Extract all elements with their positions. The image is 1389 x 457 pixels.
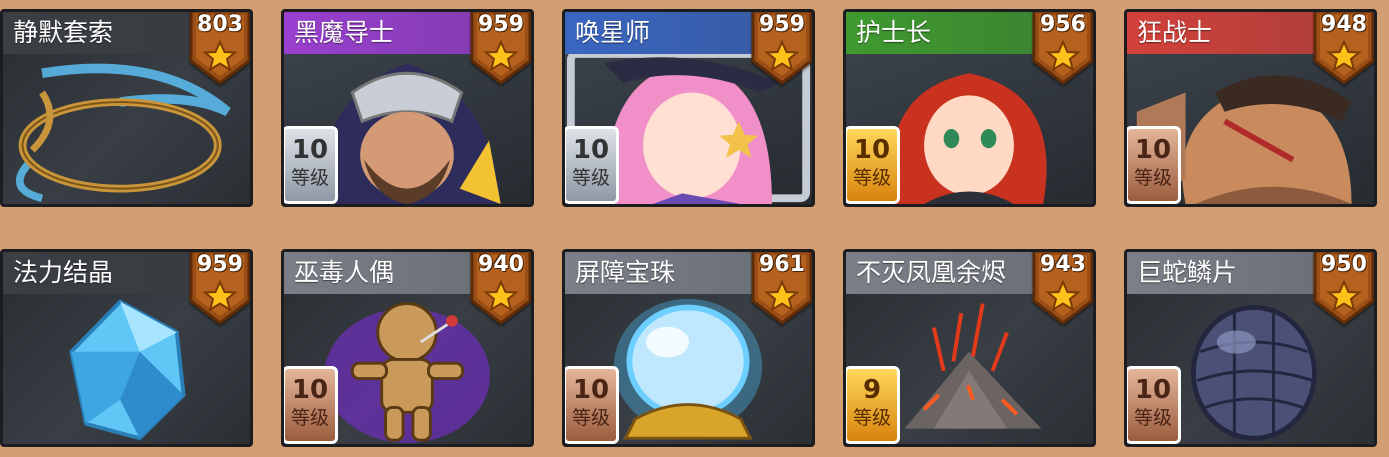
card-title: 唤星师 bbox=[565, 12, 755, 54]
level-value: 10 bbox=[572, 135, 610, 165]
level-value: 10 bbox=[1134, 135, 1172, 165]
level-value: 10 bbox=[291, 375, 329, 405]
score-value: 803 bbox=[197, 12, 243, 37]
score-badge: 948 bbox=[1311, 12, 1374, 85]
score-value: 959 bbox=[197, 252, 243, 277]
level-label: 等级 bbox=[852, 167, 891, 189]
card-title: 巨蛇鳞片 bbox=[1127, 252, 1317, 294]
level-badge: 10 等级 bbox=[1127, 126, 1181, 204]
score-value: 956 bbox=[1040, 12, 1086, 37]
level-label: 等级 bbox=[1133, 407, 1172, 429]
level-badge: 10 等级 bbox=[1127, 366, 1181, 444]
item-card[interactable]: 不灭凤凰余烬 943 9 等级 bbox=[843, 249, 1096, 447]
score-badge: 943 bbox=[1030, 252, 1093, 325]
level-value: 10 bbox=[1134, 375, 1172, 405]
score-badge: 956 bbox=[1030, 12, 1093, 85]
card-title: 法力结晶 bbox=[3, 252, 193, 294]
level-badge: 10 等级 bbox=[846, 126, 900, 204]
item-card[interactable]: 狂战士 948 10 等级 bbox=[1124, 9, 1377, 207]
score-value: 961 bbox=[759, 252, 805, 277]
level-label: 等级 bbox=[571, 167, 610, 189]
card-title: 静默套索 bbox=[3, 12, 193, 54]
item-card[interactable]: 护士长 956 10 等级 bbox=[843, 9, 1096, 207]
level-badge: 10 等级 bbox=[565, 366, 619, 444]
score-value: 959 bbox=[759, 12, 805, 37]
item-card[interactable]: 巫毒人偶 940 10 等级 bbox=[281, 249, 534, 447]
level-badge: 10 等级 bbox=[565, 126, 619, 204]
score-value: 948 bbox=[1321, 12, 1367, 37]
item-card[interactable]: 法力结晶 959 bbox=[0, 249, 253, 447]
item-card[interactable]: 黑魔导士 959 10 等级 bbox=[281, 9, 534, 207]
level-label: 等级 bbox=[290, 167, 329, 189]
level-badge: 10 等级 bbox=[284, 126, 338, 204]
card-title: 黑魔导士 bbox=[284, 12, 474, 54]
level-label: 等级 bbox=[1133, 167, 1172, 189]
level-value: 10 bbox=[291, 135, 329, 165]
score-value: 940 bbox=[478, 252, 524, 277]
score-badge: 959 bbox=[187, 252, 250, 325]
level-value: 9 bbox=[862, 375, 882, 405]
score-value: 943 bbox=[1040, 252, 1086, 277]
score-badge: 950 bbox=[1311, 252, 1374, 325]
card-title: 屏障宝珠 bbox=[565, 252, 755, 294]
card-title: 狂战士 bbox=[1127, 12, 1317, 54]
item-card[interactable]: 屏障宝珠 961 10 等级 bbox=[562, 249, 815, 447]
score-badge: 803 bbox=[187, 12, 250, 85]
item-card[interactable]: 静默套索 803 bbox=[0, 9, 253, 207]
level-label: 等级 bbox=[571, 407, 610, 429]
score-badge: 959 bbox=[468, 12, 531, 85]
card-title: 护士长 bbox=[846, 12, 1036, 54]
score-badge: 959 bbox=[749, 12, 812, 85]
level-value: 10 bbox=[853, 135, 891, 165]
score-badge: 961 bbox=[749, 252, 812, 325]
score-value: 959 bbox=[478, 12, 524, 37]
level-label: 等级 bbox=[852, 407, 891, 429]
item-card[interactable]: 唤星师 959 10 等级 bbox=[562, 9, 815, 207]
item-card[interactable]: 巨蛇鳞片 950 10 等级 bbox=[1124, 249, 1377, 447]
card-title: 巫毒人偶 bbox=[284, 252, 474, 294]
score-value: 950 bbox=[1321, 252, 1367, 277]
level-value: 10 bbox=[572, 375, 610, 405]
score-badge: 940 bbox=[468, 252, 531, 325]
level-badge: 10 等级 bbox=[284, 366, 338, 444]
level-badge: 9 等级 bbox=[846, 366, 900, 444]
card-title: 不灭凤凰余烬 bbox=[846, 252, 1036, 294]
level-label: 等级 bbox=[290, 407, 329, 429]
